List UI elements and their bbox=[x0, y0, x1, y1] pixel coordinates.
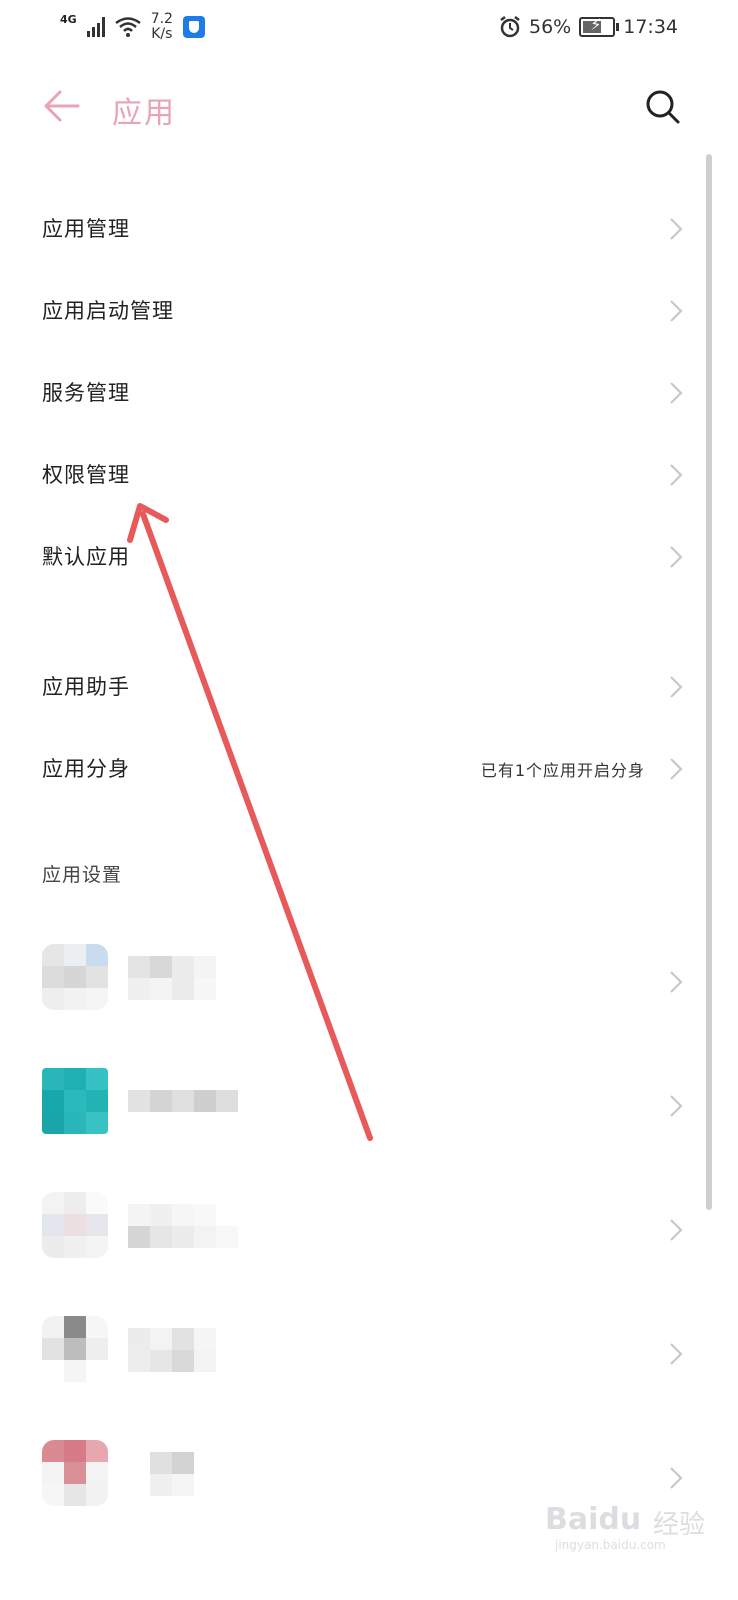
alarm-icon bbox=[500, 16, 520, 38]
app-icon-pixelated bbox=[42, 1316, 108, 1382]
search-icon[interactable] bbox=[642, 86, 682, 126]
chevron-right-icon bbox=[670, 300, 683, 322]
chevron-right-icon bbox=[670, 1095, 683, 1117]
speed-value: 7.2 bbox=[150, 11, 173, 27]
menu-item-label: 应用启动管理 bbox=[42, 299, 174, 323]
menu-item-default-apps[interactable]: 默认应用 bbox=[0, 517, 700, 599]
watermark-url: jingyan.baidu.com bbox=[555, 1538, 666, 1552]
menu-item-app-launch[interactable]: 应用启动管理 bbox=[0, 271, 700, 353]
wifi-icon bbox=[114, 17, 141, 37]
shield-icon bbox=[182, 16, 205, 38]
network-type: 4G bbox=[60, 12, 77, 26]
status-right: 56% ⚡ 17:34 bbox=[499, 15, 678, 38]
app-icon-pixelated bbox=[42, 1440, 108, 1506]
app-icon-pixelated bbox=[42, 944, 108, 1010]
menu-item-label: 应用管理 bbox=[42, 217, 130, 241]
chevron-right-icon bbox=[670, 464, 683, 486]
menu-item-permission-management[interactable]: 权限管理 bbox=[0, 435, 700, 517]
watermark-brand-cn: 经验 bbox=[653, 1510, 706, 1540]
menu-item-label: 应用分身 bbox=[42, 757, 130, 781]
speed-unit: K/s bbox=[151, 26, 173, 42]
back-arrow-icon[interactable] bbox=[42, 86, 82, 126]
baidu-watermark: Baidu 经验 jingyan.baidu.com bbox=[545, 1490, 715, 1552]
app-name-pixelated bbox=[128, 1452, 238, 1496]
app-name-pixelated bbox=[128, 1204, 238, 1248]
chevron-right-icon bbox=[670, 546, 683, 568]
menu-item-label: 服务管理 bbox=[42, 381, 130, 405]
app-icon-pixelated bbox=[42, 1192, 108, 1258]
menu-item-app-assistant[interactable]: 应用助手 bbox=[0, 647, 700, 729]
chevron-right-icon bbox=[670, 218, 683, 240]
menu-item-label: 默认应用 bbox=[42, 545, 130, 569]
app-icon-pixelated bbox=[42, 1068, 108, 1134]
menu-item-app-management[interactable]: 应用管理 bbox=[0, 189, 700, 271]
battery-percent: 56% bbox=[529, 16, 572, 38]
app-list-item[interactable] bbox=[0, 1052, 700, 1162]
status-bar: 4G 7.2 K/s 56% ⚡ 17:34 bbox=[0, 0, 738, 60]
battery-icon: ⚡ bbox=[579, 15, 620, 37]
menu-item-label: 应用助手 bbox=[42, 675, 130, 699]
network-speed: 7.2 K/s bbox=[151, 12, 173, 42]
chevron-right-icon bbox=[670, 758, 683, 780]
menu-item-app-twin[interactable]: 应用分身 已有1个应用开启分身 bbox=[0, 729, 700, 811]
app-list-item[interactable] bbox=[0, 928, 700, 1038]
page-title: 应用 bbox=[112, 96, 176, 131]
chevron-right-icon bbox=[670, 1219, 683, 1241]
chevron-right-icon bbox=[670, 1467, 683, 1489]
app-name-pixelated bbox=[128, 1090, 238, 1112]
app-bar: 应用 bbox=[0, 70, 738, 142]
chevron-right-icon bbox=[670, 676, 683, 698]
app-list-item[interactable] bbox=[0, 1176, 700, 1286]
chevron-right-icon bbox=[670, 971, 683, 993]
chevron-right-icon bbox=[670, 1343, 683, 1365]
chevron-right-icon bbox=[670, 382, 683, 404]
signal-icon bbox=[86, 17, 105, 37]
app-name-pixelated bbox=[128, 1328, 238, 1372]
menu-item-label: 权限管理 bbox=[42, 463, 130, 487]
app-list-item[interactable] bbox=[0, 1300, 700, 1410]
clock: 17:34 bbox=[623, 16, 678, 38]
menu-item-value: 已有1个应用开启分身 bbox=[480, 761, 645, 780]
scrollbar[interactable] bbox=[706, 154, 712, 1210]
status-left: 4G 7.2 K/s bbox=[60, 12, 205, 42]
app-name-pixelated bbox=[128, 956, 238, 1000]
watermark-brand: Baidu bbox=[545, 1502, 642, 1537]
section-header-app-settings: 应用设置 bbox=[42, 864, 123, 886]
menu-item-service-management[interactable]: 服务管理 bbox=[0, 353, 700, 435]
